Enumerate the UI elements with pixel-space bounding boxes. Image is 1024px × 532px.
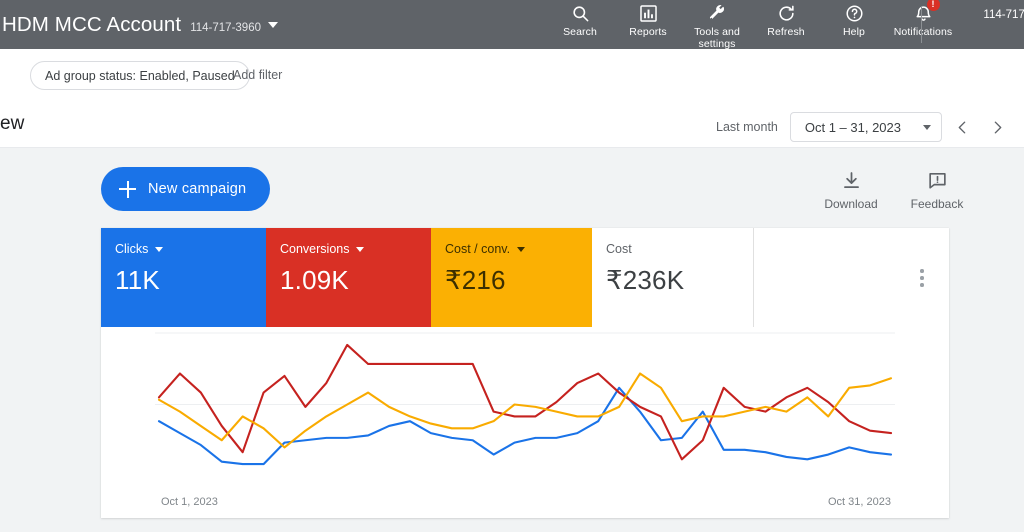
metric-label-conversions: Conversions [280, 242, 350, 256]
date-range-value: Oct 1 – 31, 2023 [804, 119, 901, 135]
feedback-icon [927, 168, 948, 192]
chevron-down-icon[interactable] [267, 21, 278, 28]
account-name: HDM MCC Account [2, 12, 182, 36]
filter-chip-ad-group-status-label: Ad group status: Enabled, Paused [45, 68, 235, 83]
user-account-info[interactable]: 114-717-3960 HD surjeetkv [934, 7, 1024, 39]
metric-label-cost: Cost [606, 242, 632, 256]
topbar-divider [921, 6, 922, 43]
user-account-line2: surjeetkv [934, 23, 1024, 39]
metric-card-clicks[interactable]: Clicks 11K [101, 228, 266, 327]
chevron-down-icon [923, 124, 931, 130]
chevron-down-icon[interactable] [517, 246, 526, 252]
account-id: 114-717-3960 [190, 21, 261, 34]
metric-card-cost-per-conv[interactable]: Cost / conv. ₹216 [431, 228, 592, 327]
main-content: New campaign Download Feedback Clicks 11… [0, 148, 1024, 532]
top-app-bar: HDM MCC Account 114-717-3960 Search Repo… [0, 0, 1024, 50]
chart-x-axis-labels: Oct 1, 2023 Oct 31, 2023 [101, 496, 949, 508]
user-account-line1: 114-717-3960 HD [983, 9, 1024, 21]
page-title-row: rview Last month Oct 1 – 31, 2023 [0, 103, 1024, 148]
metric-value-conversions: 1.09K [280, 265, 349, 295]
chart-x-start-label: Oct 1, 2023 [161, 496, 218, 508]
nav-search-label: Search [563, 26, 597, 38]
chevron-left-icon [958, 121, 965, 133]
chart-series-clicks [157, 386, 893, 466]
metric-value-cost-per-conv: ₹216 [445, 265, 506, 295]
nav-search[interactable]: Search [546, 0, 614, 38]
metric-card-conversions[interactable]: Conversions 1.09K [266, 228, 431, 327]
metric-value-clicks: 11K [115, 265, 160, 295]
metric-card-cost[interactable]: Cost ₹236K [592, 228, 754, 327]
metric-cards: Clicks 11K Conversions 1.09K Cost / conv… [101, 228, 754, 327]
filter-chip-ad-group-status[interactable]: Ad group status: Enabled, Paused [30, 61, 250, 90]
kebab-dot [920, 276, 924, 280]
nav-help-label: Help [843, 26, 865, 38]
reports-bar-chart-icon [639, 2, 658, 24]
chart-series-cost-conv [157, 372, 893, 449]
chevron-right-icon [994, 121, 1001, 133]
top-nav-tools: Search Reports Tools and settings Refres… [546, 0, 958, 50]
bell-icon: ! [914, 0, 940, 24]
metric-label-conversions-wrap: Conversions [280, 242, 431, 256]
chevron-down-icon[interactable] [356, 246, 365, 252]
date-range-picker[interactable]: Oct 1 – 31, 2023 [789, 112, 942, 142]
performance-chart: Oct 1, 2023 Oct 31, 2023 [101, 327, 949, 518]
date-range-controls: Last month Oct 1 – 31, 2023 [716, 112, 1012, 142]
chevron-down-icon[interactable] [155, 246, 164, 252]
chart-series-conversions [157, 343, 893, 461]
kebab-menu-icon[interactable] [907, 258, 937, 298]
wrench-icon [707, 2, 727, 24]
nav-refresh[interactable]: Refresh [752, 0, 820, 38]
nav-tools-and-settings[interactable]: Tools and settings [682, 0, 752, 50]
performance-panel: Clicks 11K Conversions 1.09K Cost / conv… [101, 228, 949, 518]
metric-label-cost-wrap: Cost [606, 242, 753, 256]
metric-label-clicks-wrap: Clicks [115, 242, 266, 256]
metric-label-cost-per-conv: Cost / conv. [445, 242, 511, 256]
download-icon [841, 168, 862, 192]
chart-x-end-label: Oct 31, 2023 [828, 496, 891, 508]
nav-help[interactable]: Help [820, 0, 888, 38]
filter-bar: d Ad group status: Enabled, Paused Add f… [0, 49, 1024, 103]
feedback-button[interactable]: Feedback [894, 168, 980, 211]
nav-reports[interactable]: Reports [614, 0, 682, 38]
plus-icon [119, 180, 136, 198]
add-filter-button[interactable]: Add filter [233, 68, 282, 82]
nav-reports-label: Reports [629, 26, 667, 38]
content-actions: Download Feedback [808, 168, 980, 211]
nav-tools-label: Tools and settings [694, 26, 740, 50]
metric-value-cost: ₹236K [606, 265, 685, 295]
kebab-dot [920, 269, 924, 273]
new-campaign-button[interactable]: New campaign [101, 167, 271, 211]
nav-refresh-label: Refresh [767, 26, 805, 38]
kebab-dot [920, 283, 924, 287]
date-prev-button[interactable] [947, 112, 977, 142]
help-circle-icon [845, 2, 864, 24]
refresh-icon [777, 2, 796, 24]
feedback-label: Feedback [910, 197, 964, 211]
metric-label-clicks: Clicks [115, 242, 149, 256]
account-switcher[interactable]: HDM MCC Account 114-717-3960 [0, 13, 278, 37]
add-filter-label: Add filter [233, 68, 283, 82]
performance-chart-svg [155, 332, 895, 466]
date-next-button[interactable] [982, 112, 1012, 142]
download-button[interactable]: Download [808, 168, 894, 211]
download-label: Download [824, 197, 878, 211]
search-icon [571, 2, 590, 24]
page-title: rview [0, 113, 25, 134]
new-campaign-label: New campaign [148, 181, 247, 197]
metric-label-cost-per-conv-wrap: Cost / conv. [445, 242, 592, 256]
date-preset-label: Last month [716, 120, 778, 134]
